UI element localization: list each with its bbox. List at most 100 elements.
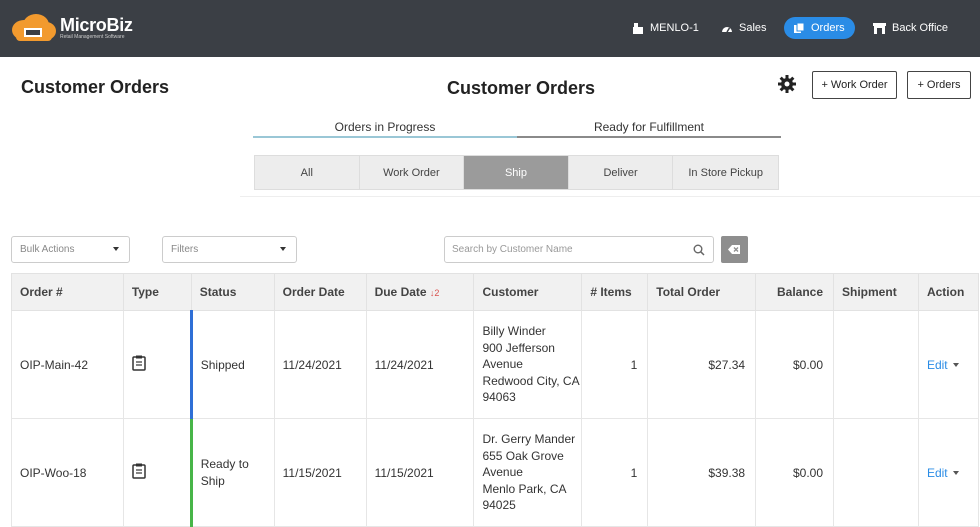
- add-work-order-button[interactable]: + Work Order: [812, 71, 897, 99]
- item-count: 1: [581, 418, 649, 527]
- section-title: Customer Orders: [447, 78, 596, 98]
- order-number[interactable]: OIP-Main-42: [11, 310, 124, 419]
- segment-all[interactable]: All: [255, 156, 360, 189]
- total-order: $39.38: [647, 418, 757, 527]
- nav-item-sales[interactable]: Sales: [721, 17, 767, 39]
- page-title: Customer Orders: [21, 77, 170, 97]
- gear-icon[interactable]: [777, 74, 797, 94]
- customer-zip: 94063: [482, 390, 516, 405]
- customer-cell: Billy Winder 900 Jefferson Avenue Redwoo…: [473, 310, 583, 419]
- table-row[interactable]: OIP-Main-42 Shipped 11/24/2021 11/24/202…: [11, 310, 980, 419]
- bulk-actions-select[interactable]: Bulk Actions: [11, 236, 130, 263]
- item-count: 1: [581, 310, 649, 419]
- nav-item-label: Orders: [811, 22, 845, 34]
- cloud-register-icon: [10, 14, 56, 42]
- search-placeholder: Search by Customer Name: [452, 244, 573, 255]
- nav-item-label: Back Office: [892, 22, 949, 34]
- top-nav-bar: MicroBiz Retail Management Software MENL…: [0, 0, 980, 57]
- customer-cell: Dr. Gerry Mander 655 Oak Grove Avenue Me…: [473, 418, 583, 527]
- total-order: $27.34: [647, 310, 757, 419]
- col-order-number[interactable]: Order #: [11, 273, 124, 311]
- status-cell: Shipped: [189, 310, 275, 419]
- status-line: Ship: [200, 473, 225, 488]
- table-header-row: Order # Type Status Order Date Due Date …: [11, 273, 980, 311]
- tab-ready-for-fulfillment[interactable]: Ready for Fulfillment: [517, 118, 781, 138]
- type-cell: [122, 310, 192, 419]
- filters-label: Filters: [171, 244, 199, 255]
- col-customer[interactable]: Customer: [473, 273, 583, 311]
- order-stage-tabs: Orders in Progress Ready for Fulfillment: [253, 118, 781, 138]
- type-cell: [122, 418, 192, 527]
- register-icon: [633, 22, 643, 34]
- col-due-date[interactable]: Due Date ↓2: [365, 273, 475, 311]
- edit-link[interactable]: Edit: [927, 466, 948, 480]
- customer-address-line: 655 Oak Grove: [482, 448, 564, 463]
- nav-item-label: MENLO-1: [650, 22, 699, 34]
- nav-item-back-office[interactable]: Back Office: [873, 17, 948, 39]
- store-icon: [873, 22, 886, 34]
- order-date: 11/15/2021: [273, 418, 367, 527]
- col-type[interactable]: Type: [122, 273, 192, 311]
- speedometer-icon: [722, 27, 732, 33]
- segment-ship[interactable]: Ship: [464, 156, 569, 189]
- customer-address-line: 900 Jefferson: [482, 340, 555, 355]
- table-row[interactable]: OIP-Woo-18 Ready to Ship 11/15/2021 11/1…: [11, 418, 980, 527]
- balance: $0.00: [755, 418, 835, 527]
- caret-down-icon: [280, 247, 286, 251]
- nav-item-label: Sales: [739, 22, 767, 34]
- due-date: 11/24/2021: [365, 310, 475, 419]
- col-order-date[interactable]: Order Date: [273, 273, 367, 311]
- app-name: MicroBiz: [60, 15, 133, 35]
- orders-icon: [794, 22, 805, 33]
- clipboard-icon: [132, 463, 146, 479]
- customer-city: Redwood City, CA: [482, 373, 580, 388]
- app-logo[interactable]: MicroBiz Retail Management Software: [10, 14, 133, 42]
- search-icon[interactable]: [693, 244, 705, 256]
- due-date: 11/15/2021: [365, 418, 475, 527]
- caret-down-icon: [113, 247, 119, 251]
- segment-deliver[interactable]: Deliver: [568, 156, 674, 189]
- shipment: [833, 310, 919, 419]
- status-cell: Ready to Ship: [189, 418, 275, 527]
- caret-down-icon[interactable]: [952, 363, 959, 368]
- col-balance[interactable]: Balance: [755, 273, 835, 311]
- sort-descending-indicator: ↓2: [429, 288, 440, 298]
- edit-link[interactable]: Edit: [927, 358, 948, 372]
- col-total-order[interactable]: Total Order: [647, 273, 757, 311]
- eraser-icon: [728, 245, 740, 254]
- app-tagline: Retail Management Software: [60, 34, 125, 40]
- order-date: 11/24/2021: [273, 310, 367, 419]
- order-number[interactable]: OIP-Woo-18: [11, 418, 124, 527]
- shipment: [833, 418, 919, 527]
- caret-down-icon[interactable]: [952, 471, 959, 476]
- status-line: Ready to: [200, 457, 249, 471]
- col-items[interactable]: # Items: [581, 273, 649, 311]
- clear-search-button[interactable]: [721, 236, 748, 263]
- action-cell[interactable]: Edit: [917, 418, 980, 527]
- customer-address-line: Avenue: [482, 357, 523, 372]
- fulfillment-type-filter: All Work Order Ship Deliver In Store Pic…: [254, 155, 779, 190]
- due-date-label: Due Date: [374, 285, 427, 299]
- clipboard-icon: [132, 355, 146, 371]
- customer-name: Dr. Gerry Mander: [482, 432, 576, 447]
- customer-search-input[interactable]: Search by Customer Name: [444, 236, 714, 263]
- bulk-actions-label: Bulk Actions: [20, 244, 75, 255]
- balance: $0.00: [755, 310, 835, 419]
- action-cell[interactable]: Edit: [917, 310, 980, 419]
- add-order-button[interactable]: + Orders: [907, 71, 971, 99]
- customer-city: Menlo Park, CA: [482, 481, 567, 496]
- nav-item-menlo[interactable]: MENLO-1: [632, 17, 699, 39]
- segment-in-store-pickup[interactable]: In Store Pickup: [673, 156, 778, 189]
- col-action: Action: [917, 273, 980, 311]
- col-status[interactable]: Status: [190, 273, 275, 311]
- nav-item-orders[interactable]: Orders: [784, 17, 855, 39]
- customer-zip: 94025: [482, 498, 516, 513]
- segment-work-order[interactable]: Work Order: [359, 156, 465, 189]
- divider: [240, 196, 980, 197]
- orders-table: Order # Type Status Order Date Due Date …: [11, 273, 980, 527]
- customer-name: Billy Winder: [482, 324, 546, 339]
- col-shipment[interactable]: Shipment: [833, 273, 919, 311]
- filters-select[interactable]: Filters: [162, 236, 297, 263]
- tab-orders-in-progress[interactable]: Orders in Progress: [253, 118, 517, 138]
- customer-address-line: Avenue: [482, 465, 523, 480]
